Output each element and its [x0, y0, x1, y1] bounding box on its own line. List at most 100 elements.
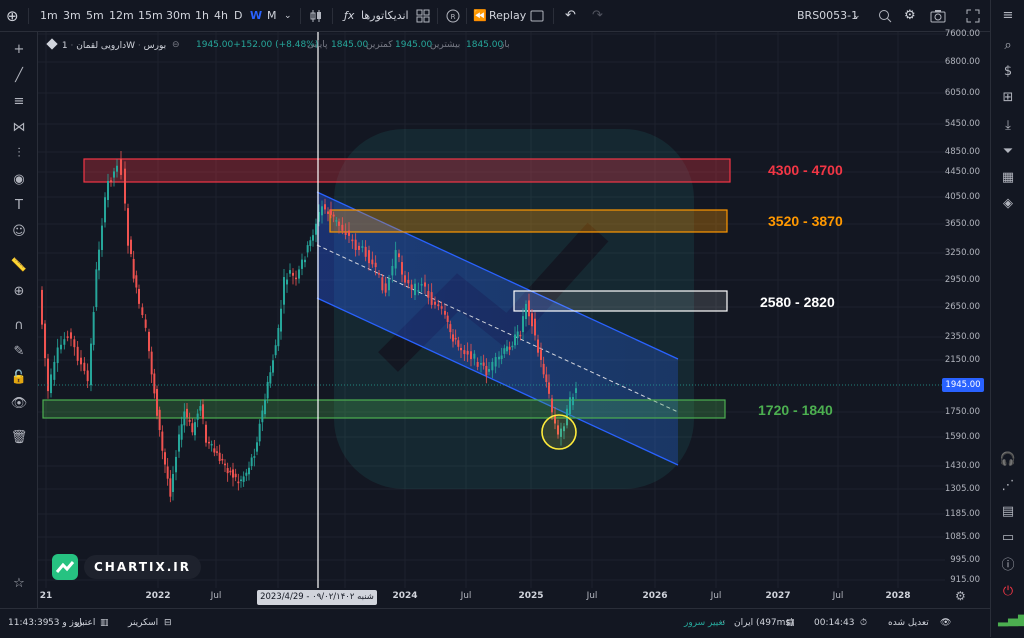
ruler-icon[interactable]: 📏 — [9, 256, 29, 276]
candle-body — [135, 275, 138, 288]
timeframe-12m[interactable]: 12m — [109, 0, 134, 32]
eye-icon[interactable]: 👁 — [940, 609, 951, 638]
indicators-icon[interactable]: ƒx — [344, 0, 354, 32]
price-tick: 1305.00 — [944, 484, 980, 494]
chevron-down-icon[interactable]: ⌄ — [284, 0, 292, 32]
templates-icon[interactable] — [416, 0, 430, 32]
trash-icon[interactable]: 🗑 — [9, 428, 29, 448]
chevron-down-icon[interactable]: ⌄ — [853, 0, 861, 32]
fullscreen-icon[interactable] — [966, 0, 980, 32]
timeframe-5m[interactable]: 5m — [86, 0, 104, 32]
symbol-selector[interactable]: BRS0053-1 — [797, 0, 858, 32]
camera-icon[interactable] — [930, 0, 946, 32]
candle-style-icon[interactable] — [309, 0, 323, 32]
candle-body — [368, 250, 370, 264]
headset-icon[interactable]: 🎧 — [998, 450, 1018, 470]
chart-area[interactable]: دارویی لقمان · 1W · بورس ⊖ 1945.00+152.0… — [38, 32, 945, 588]
candle-body — [516, 331, 519, 339]
candle-body — [485, 366, 488, 376]
share-icon[interactable]: ⋰ — [998, 476, 1018, 496]
brush-icon[interactable]: ◉ — [9, 170, 29, 190]
highlight-circle[interactable] — [541, 414, 577, 450]
indicators-button[interactable]: اندیکاتورها — [361, 0, 409, 32]
timeframe-1h[interactable]: 1h — [195, 0, 209, 32]
legend-collapse-icon[interactable]: ⊖ — [172, 40, 180, 50]
menu-icon[interactable]: ≡ — [998, 6, 1018, 26]
current-price-tag: 1945.00 — [942, 378, 984, 392]
change-server-link[interactable]: تغییر سرور — [684, 609, 725, 638]
gear-icon[interactable]: ⚙ — [904, 0, 916, 32]
pitchfork-icon[interactable]: ⋈ — [9, 118, 29, 138]
info-icon[interactable]: ⓘ — [998, 556, 1018, 576]
zone-label-1720-1840: 1720 - 1840 — [758, 402, 833, 418]
zoom-in-icon[interactable]: ⊕ — [9, 282, 29, 302]
legend-close-label: پایانی — [307, 40, 328, 50]
screener-icon[interactable]: ⊟ — [164, 609, 172, 638]
candle-body — [298, 269, 300, 279]
candle-body — [76, 346, 79, 361]
replay-button[interactable]: Replay — [489, 0, 526, 32]
chart-canvas[interactable] — [38, 32, 945, 588]
emoji-icon[interactable]: ☺ — [9, 222, 29, 242]
resistance-zone-4300-4700[interactable] — [83, 158, 731, 183]
layout-icon[interactable] — [530, 0, 544, 32]
trend-line-icon[interactable]: ╱ — [9, 66, 29, 86]
lock-icon[interactable]: 🔓 — [9, 368, 29, 388]
layers-icon[interactable]: ◈ — [998, 194, 1018, 214]
star-icon[interactable]: ☆ — [9, 574, 29, 594]
scale-settings-icon[interactable]: ⚙ — [955, 589, 966, 603]
candle-body — [452, 334, 454, 342]
support-zone-1720-1840[interactable] — [42, 399, 726, 419]
dollar-icon[interactable]: $ — [998, 62, 1018, 82]
add-symbol-icon[interactable]: ⊕ — [6, 0, 19, 32]
pencil-lock-icon[interactable]: ✎ — [9, 342, 29, 362]
power-icon[interactable]: ⏻ — [998, 582, 1018, 602]
message-icon[interactable]: ▭ — [998, 528, 1018, 548]
timeframe-m[interactable]: M — [267, 0, 277, 32]
crosshair-icon[interactable]: + — [9, 40, 29, 60]
magnet-icon[interactable]: ∩ — [9, 316, 29, 336]
candle-body — [144, 319, 147, 328]
timeframe-30m[interactable]: 30m — [166, 0, 191, 32]
price-tick: 1185.00 — [944, 509, 980, 519]
fib-icon[interactable]: ⫶ — [9, 144, 29, 164]
time-scale[interactable]: 21 2022 Jul 2024 Jul 2025 Jul 2026 Jul 2027 Jul 202… — [38, 588, 945, 608]
replay-icon[interactable]: ⏪ — [473, 0, 487, 32]
horizontal-lines-icon[interactable]: ≡ — [9, 92, 29, 112]
candle-body — [232, 469, 234, 478]
redo-icon[interactable]: ↷ — [592, 0, 603, 32]
candle-body — [41, 289, 43, 325]
legend-high-value: 1845.00 — [466, 40, 504, 50]
search-zoom-icon[interactable] — [878, 0, 892, 32]
watchlist-add-icon[interactable]: ⊞ — [998, 88, 1018, 108]
search-icon[interactable]: ⌕ — [998, 36, 1018, 56]
timeframe-4h[interactable]: 4h — [214, 0, 228, 32]
candle-body — [138, 288, 140, 304]
legend-symbol[interactable]: دارویی لقمان · 1W · بورس — [46, 38, 166, 51]
keyboard-icon[interactable]: ▤ — [998, 502, 1018, 522]
price-tick: 2950.00 — [944, 275, 980, 285]
download-icon[interactable]: ⤓ — [998, 116, 1018, 136]
calendar-icon[interactable]: ▦ — [998, 168, 1018, 188]
timeframe-3m[interactable]: 3m — [63, 0, 81, 32]
alert-icon[interactable]: R — [446, 0, 460, 32]
candle-body — [476, 362, 479, 367]
filter-icon[interactable]: ⏷ — [998, 142, 1018, 162]
resistance-zone-2580-2820[interactable] — [513, 290, 728, 312]
timeframe-d[interactable]: D — [234, 0, 242, 32]
timeframe-w[interactable]: W — [250, 0, 262, 32]
timeframe-1m[interactable]: 1m — [40, 0, 58, 32]
price-scale[interactable]: 7600.00 6800.00 6050.00 5450.00 4850.00 4450.… — [944, 29, 990, 588]
price-tick: 915.00 — [950, 575, 980, 585]
time-tick: 2026 — [642, 591, 668, 601]
price-tick: 6050.00 — [944, 88, 980, 98]
screener-button[interactable]: اسکرینر — [128, 609, 158, 638]
eye-icon[interactable]: 👁 — [9, 394, 29, 414]
timeframe-15m[interactable]: 15m — [138, 0, 163, 32]
adjusted-toggle[interactable]: تعدیل شده — [888, 609, 929, 638]
undo-icon[interactable]: ↶ — [565, 0, 576, 32]
text-icon[interactable]: T — [9, 196, 29, 216]
resistance-zone-3520-3870[interactable] — [329, 209, 728, 233]
candle-body — [482, 362, 485, 366]
candle-body — [534, 318, 536, 336]
